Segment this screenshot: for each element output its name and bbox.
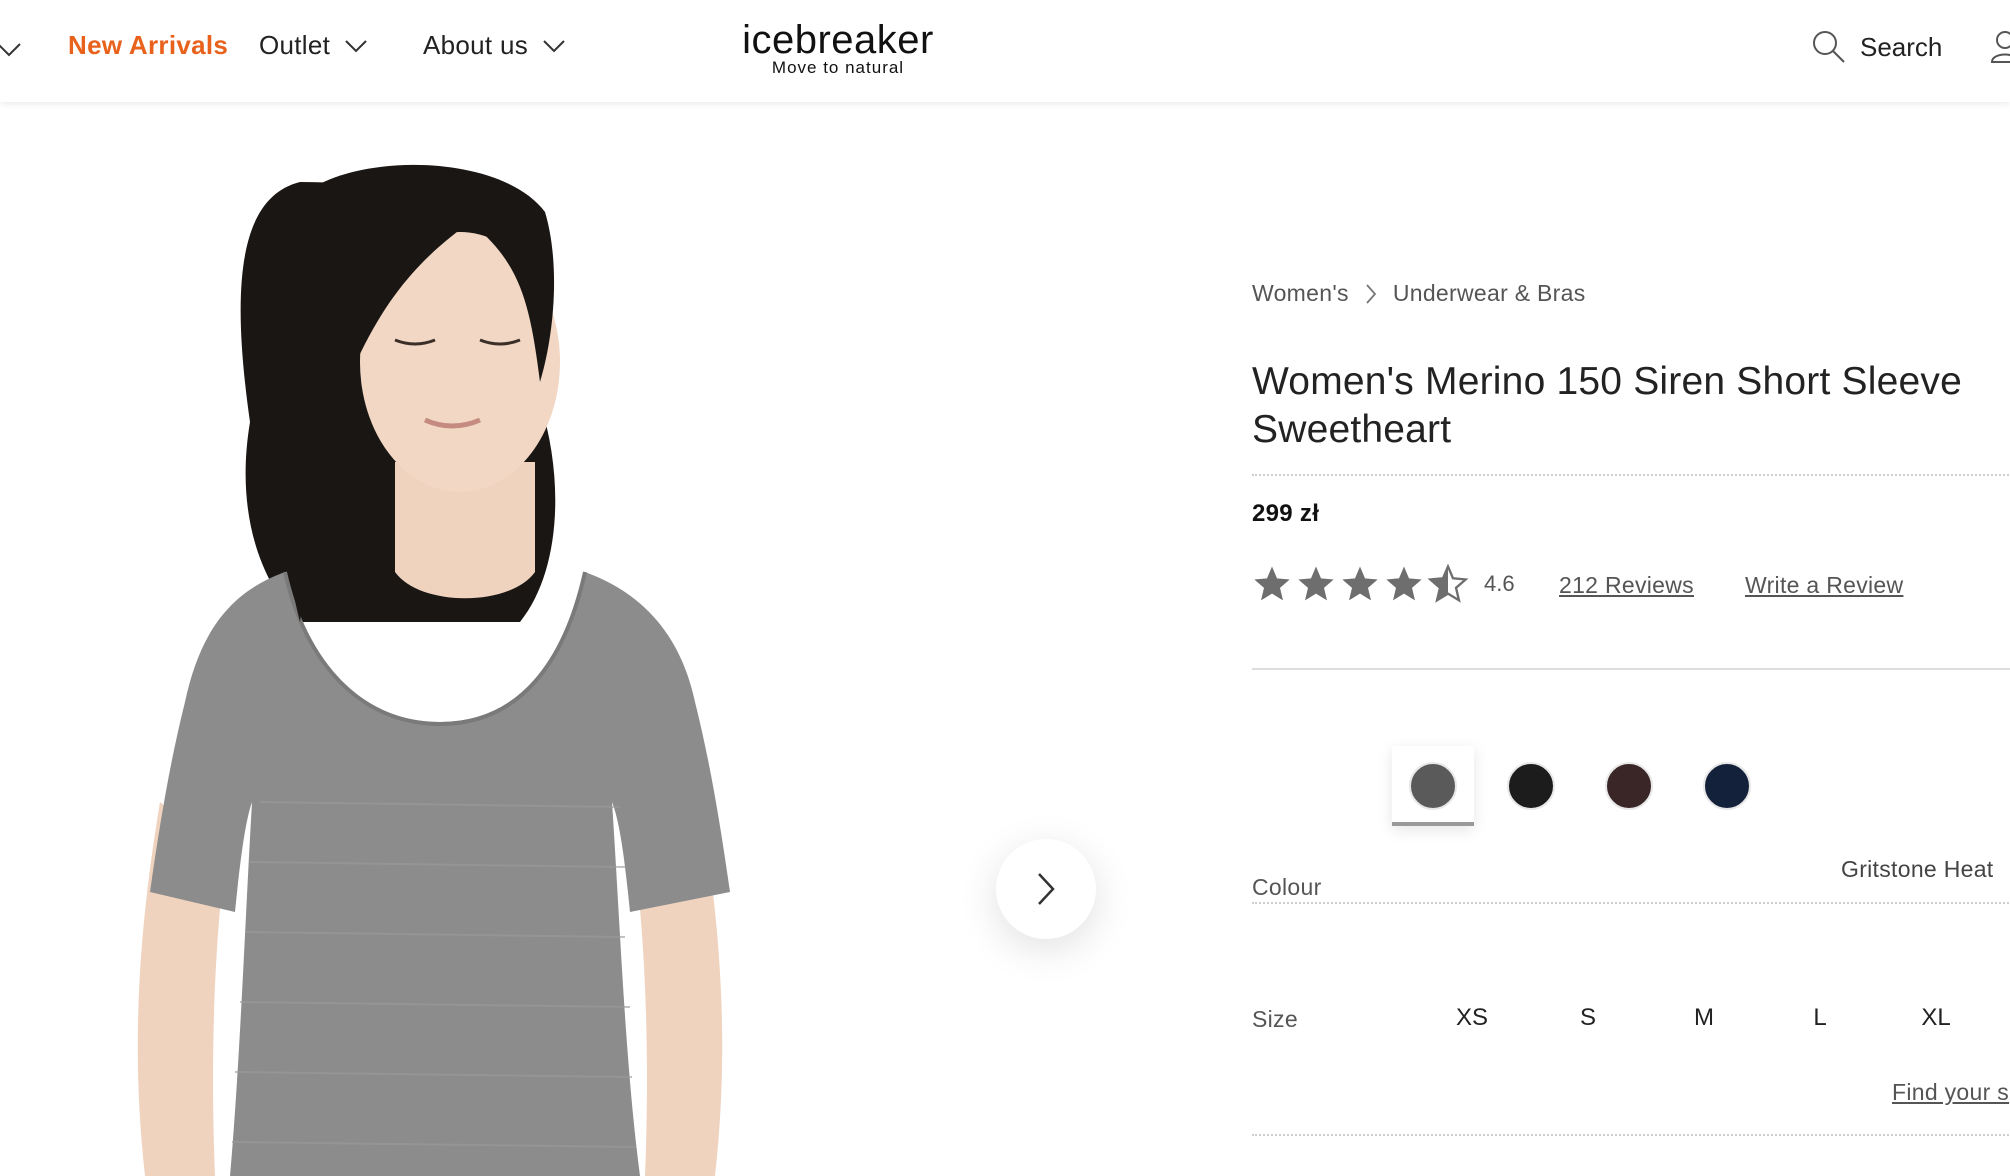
size-option-s[interactable]: S bbox=[1558, 1004, 1618, 1032]
breadcrumb-underwear-bras[interactable]: Underwear & Bras bbox=[1393, 280, 1586, 307]
star-filled-icon bbox=[1386, 566, 1422, 601]
product-title: Women's Merino 150 Siren Short Sleeve Sw… bbox=[1252, 360, 1962, 451]
chevron-right-icon bbox=[1366, 283, 1377, 304]
find-size-link[interactable]: Find your s bbox=[1892, 1079, 2009, 1106]
rating: 4.6 bbox=[1252, 564, 1515, 604]
chevron-down-icon[interactable] bbox=[0, 36, 22, 62]
next-image-button[interactable] bbox=[996, 839, 1096, 939]
star-filled-icon bbox=[1298, 566, 1334, 601]
nav-new-arrivals[interactable]: New Arrivals bbox=[68, 30, 228, 61]
breadcrumb-womens[interactable]: Women's bbox=[1252, 280, 1349, 307]
size-label: Size bbox=[1252, 1006, 1298, 1032]
star-filled-icon bbox=[1254, 566, 1290, 601]
selected-colour-name: Gritstone Heat bbox=[1841, 856, 1994, 882]
divider bbox=[1252, 902, 2010, 904]
rating-stars bbox=[1252, 564, 1468, 604]
star-half-icon bbox=[1428, 564, 1468, 603]
star-filled-icon bbox=[1342, 566, 1378, 601]
nav-about-us-label: About us bbox=[423, 30, 529, 60]
brand-logo[interactable]: icebreaker Move to natural bbox=[738, 20, 938, 78]
chevron-down-icon bbox=[345, 39, 367, 52]
search-label: Search bbox=[1860, 31, 1943, 62]
search-icon bbox=[1813, 31, 1845, 63]
colour-swatch-navy[interactable] bbox=[1703, 762, 1751, 810]
product-price: 299 zł bbox=[1252, 500, 1320, 527]
colour-swatch-brown[interactable] bbox=[1605, 762, 1653, 810]
nav-new-arrivals-label: New Arrivals bbox=[68, 30, 229, 60]
size-option-xl[interactable]: XL bbox=[1906, 1004, 1966, 1032]
size-option-xs[interactable]: XS bbox=[1442, 1004, 1502, 1032]
breadcrumb: Women's Underwear & Bras bbox=[1252, 280, 1586, 307]
account-icon[interactable] bbox=[1990, 30, 2010, 64]
size-option-l[interactable]: L bbox=[1790, 1004, 1850, 1032]
divider bbox=[1252, 668, 2010, 670]
nav-outlet[interactable]: Outlet bbox=[259, 30, 368, 61]
colour-swatch-gritstone[interactable] bbox=[1409, 762, 1457, 810]
product-image-gallery bbox=[0, 102, 1180, 1176]
product-info-panel: Women's Underwear & Bras Women's Merino … bbox=[1252, 102, 2010, 1176]
write-review-link[interactable]: Write a Review bbox=[1745, 572, 1903, 599]
reviews-link[interactable]: 212 Reviews bbox=[1559, 572, 1694, 599]
chevron-down-icon bbox=[543, 39, 565, 52]
search-button[interactable]: Search bbox=[1812, 30, 1942, 64]
size-option-m[interactable]: M bbox=[1674, 1004, 1734, 1032]
rating-value: 4.6 bbox=[1484, 571, 1515, 596]
site-header: New Arrivals Outlet About us icebreaker … bbox=[0, 0, 2010, 102]
product-photo bbox=[137, 164, 730, 1176]
chevron-right-icon bbox=[1038, 873, 1055, 905]
logo-wordmark: icebreaker bbox=[742, 18, 934, 62]
colour-label: Colour bbox=[1252, 874, 1322, 900]
divider bbox=[1252, 474, 2010, 476]
divider bbox=[1252, 1134, 2010, 1136]
colour-swatch-black[interactable] bbox=[1507, 762, 1555, 810]
nav-outlet-label: Outlet bbox=[259, 30, 331, 60]
nav-about-us[interactable]: About us bbox=[423, 30, 566, 61]
